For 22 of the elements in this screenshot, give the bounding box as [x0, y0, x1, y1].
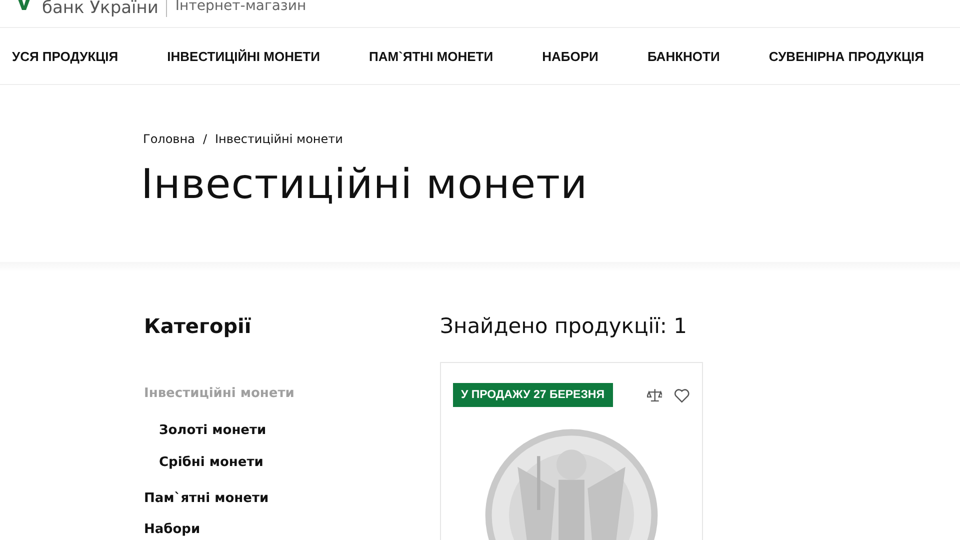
results-count: Знайдено продукції: 1 — [440, 314, 688, 338]
breadcrumb-link[interactable]: Інвестиційні монети — [215, 132, 343, 146]
page-title: Інвестиційні монети — [141, 160, 589, 208]
nav-link[interactable]: БАНКНОТИ — [647, 48, 720, 64]
nav-link[interactable]: ІНВЕСТИЦІЙНІ МОНЕТИ — [167, 48, 320, 64]
site-subtitle: Інтернет-магазин — [175, 0, 306, 13]
heart-icon[interactable] — [674, 388, 690, 402]
nav-link[interactable]: НАБОРИ — [542, 48, 598, 64]
product-card[interactable]: У ПРОДАЖУ 27 БЕРЕЗНЯ — [440, 362, 703, 540]
scales-icon[interactable] — [646, 387, 662, 403]
logo-text: банк України — [42, 0, 158, 17]
sidebar-title: Категорії — [144, 314, 252, 338]
nav-link[interactable]: ПАМ`ЯТНІ МОНЕТИ — [369, 48, 494, 64]
breadcrumb-link[interactable]: Головна — [143, 132, 195, 146]
category-link[interactable]: Пам`ятні монети — [144, 491, 440, 506]
subcategory-link[interactable]: Золоті монети — [159, 423, 440, 438]
nav-link[interactable]: УСЯ ПРОДУКЦІЯ — [12, 48, 118, 64]
sale-date-badge: У ПРОДАЖУ 27 БЕРЕЗНЯ — [453, 383, 612, 407]
breadcrumb-separator: / — [202, 132, 207, 146]
nav-link[interactable]: СУВЕНІРНА ПРОДУКЦІЯ — [768, 48, 924, 64]
subcategory-link[interactable]: Срібні монети — [159, 455, 440, 470]
category-link[interactable]: Набори — [144, 522, 440, 537]
